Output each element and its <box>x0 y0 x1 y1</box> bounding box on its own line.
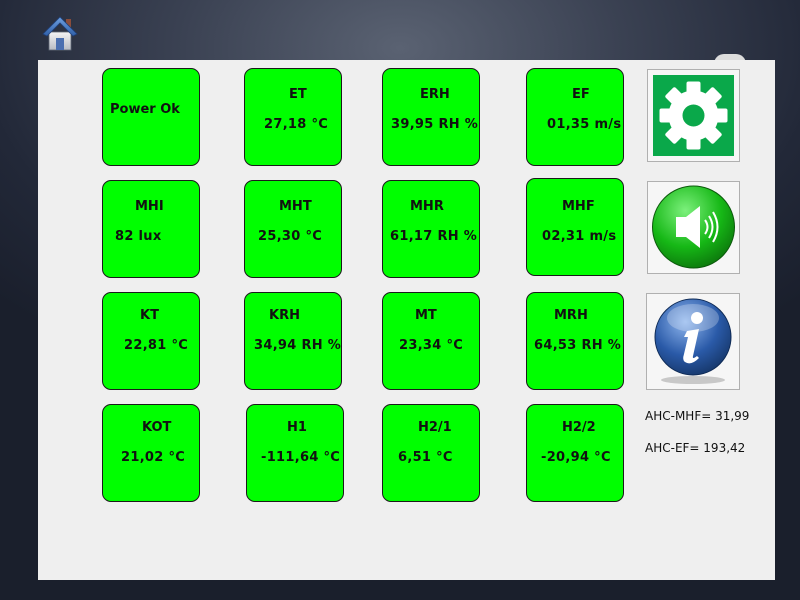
tile-label: MHR <box>410 199 444 214</box>
tile-mht[interactable]: MHT 25,30 °C <box>244 180 342 278</box>
tile-label: KOT <box>142 420 172 435</box>
tile-value: 21,02 °C <box>121 450 186 465</box>
tile-value: 39,95 RH % <box>391 117 479 132</box>
speaker-icon <box>652 185 735 269</box>
tile-label: H2/2 <box>562 420 596 435</box>
tile-label: MRH <box>554 308 588 323</box>
tile-value: 6,51 °C <box>398 450 453 465</box>
tile-mrh[interactable]: MRH 64,53 RH % <box>526 292 624 390</box>
tile-value: 61,17 RH % <box>390 229 478 244</box>
ahc-mhf-readout: AHC-MHF= 31,99 <box>645 409 750 423</box>
tile-h2-1[interactable]: H2/1 6,51 °C <box>382 404 480 502</box>
tile-mhf[interactable]: MHF 02,31 m/s <box>526 178 624 276</box>
tile-label: H1 <box>287 420 307 435</box>
tile-value: 01,35 m/s <box>547 117 622 132</box>
tile-et[interactable]: ET 27,18 °C <box>244 68 342 166</box>
tile-h2-2[interactable]: H2/2 -20,94 °C <box>526 404 624 502</box>
tile-value: -111,64 °C <box>261 450 341 465</box>
info-icon <box>654 298 732 384</box>
tile-value: -20,94 °C <box>541 450 611 465</box>
tile-h1[interactable]: H1 -111,64 °C <box>246 404 344 502</box>
tile-value: 25,30 °C <box>258 229 323 244</box>
tile-value: 22,81 °C <box>124 338 189 353</box>
tile-label: KRH <box>269 308 300 323</box>
tile-mt[interactable]: MT 23,34 °C <box>382 292 480 390</box>
tile-label: MHI <box>135 199 164 214</box>
tile-power-status[interactable]: Power Ok <box>102 68 200 166</box>
tile-value: 23,34 °C <box>399 338 464 353</box>
tile-label: MHF <box>562 199 595 214</box>
gear-icon <box>653 75 734 156</box>
tile-value: 64,53 RH % <box>534 338 622 353</box>
settings-button[interactable] <box>647 69 740 162</box>
tile-label: H2/1 <box>418 420 452 435</box>
tile-mhr[interactable]: MHR 61,17 RH % <box>382 180 480 278</box>
sound-button[interactable] <box>647 181 740 274</box>
tile-label: MHT <box>279 199 312 214</box>
tile-erh[interactable]: ERH 39,95 RH % <box>382 68 480 166</box>
tile-kot[interactable]: KOT 21,02 °C <box>102 404 200 502</box>
info-button[interactable] <box>646 293 740 390</box>
tile-value: 02,31 m/s <box>542 229 617 244</box>
tile-value: 27,18 °C <box>264 117 329 132</box>
tile-value: 82 lux <box>115 229 162 244</box>
tile-value: 34,94 RH % <box>254 338 342 353</box>
home-icon[interactable] <box>41 14 79 54</box>
tile-label: ET <box>289 87 307 102</box>
tile-label: EF <box>572 87 590 102</box>
tile-label: Power Ok <box>110 102 180 117</box>
tile-kt[interactable]: KT 22,81 °C <box>102 292 200 390</box>
tile-label: KT <box>140 308 159 323</box>
tile-label: MT <box>415 308 437 323</box>
tile-label: ERH <box>420 87 450 102</box>
tile-mhi[interactable]: MHI 82 lux <box>102 180 200 278</box>
tile-ef[interactable]: EF 01,35 m/s <box>526 68 624 166</box>
ahc-ef-readout: AHC-EF= 193,42 <box>645 441 746 455</box>
tile-krh[interactable]: KRH 34,94 RH % <box>244 292 342 390</box>
